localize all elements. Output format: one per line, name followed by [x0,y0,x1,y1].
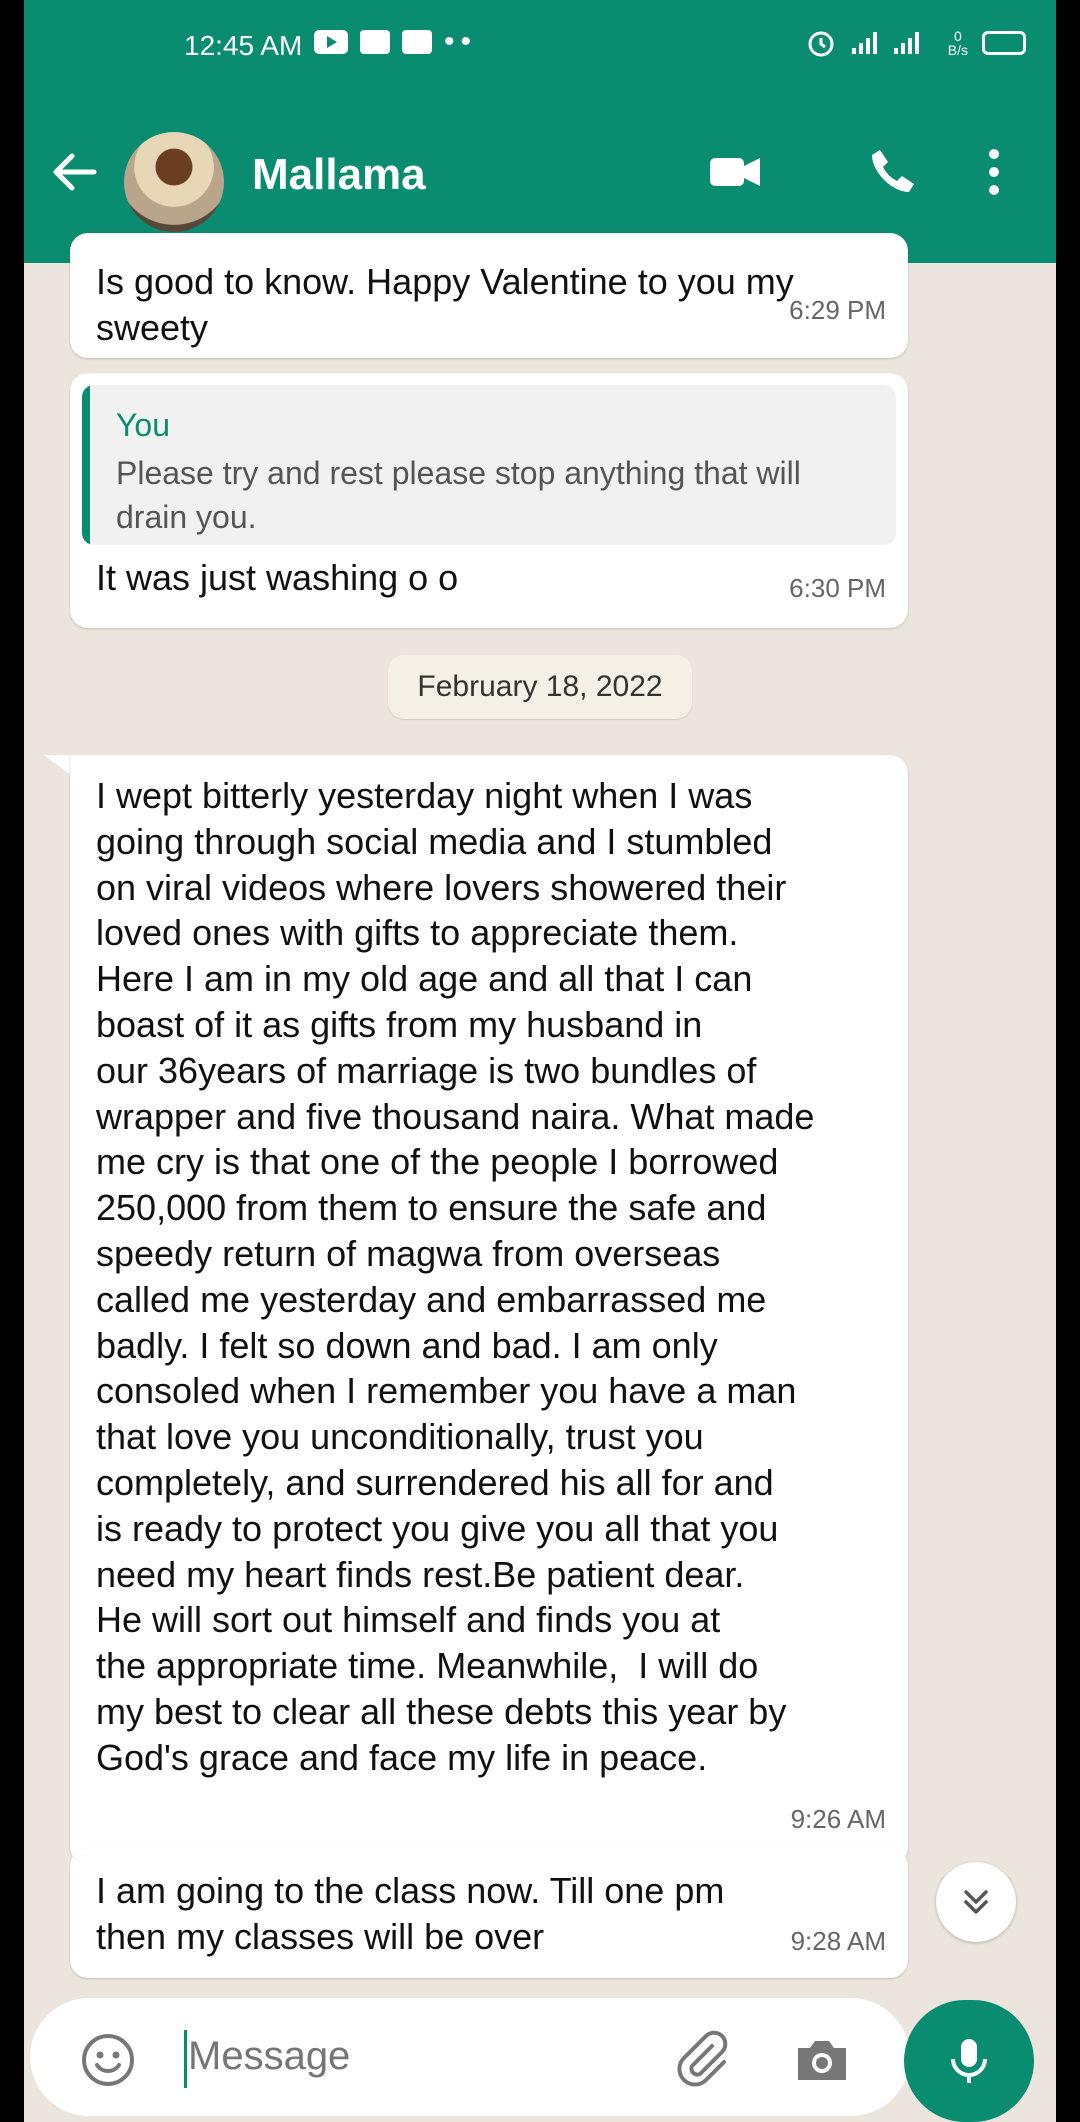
message-text: I am going to the class now. Till one pm… [96,1870,725,1957]
chevron-double-down-icon [964,1890,988,1914]
alarm-icon [808,31,834,57]
date-separator: February 18, 2022 [388,655,692,719]
message-notification-icon [360,30,390,54]
battery-icon [982,31,1026,55]
mic-icon [951,2039,987,2083]
app-notification-icon [402,30,432,54]
message-bubble[interactable]: I am going to the class now. Till one pm… [70,1848,908,1978]
quoted-message[interactable]: You Please try and rest please stop anyt… [82,385,896,545]
message-time: 9:28 AM [790,1926,886,1956]
reply-message-bubble[interactable]: You Please try and rest please stop anyt… [70,373,908,628]
back-arrow-icon[interactable] [44,142,104,202]
video-call-icon[interactable] [704,142,764,202]
mic-button[interactable] [904,2000,1034,2122]
message-text: I wept bitterly yesterday night when I w… [96,775,815,1778]
quote-text: Please try and rest please stop anything… [116,455,801,535]
emoji-icon[interactable] [78,2030,138,2090]
signal-icon [851,32,919,54]
message-time: 6:29 PM [789,295,886,325]
chat-screen: 12:45 AM •• 0 B/s Mallama Is good to kno… [24,0,1056,2122]
message-composer [30,1998,910,2116]
network-speed: 0 B/s [947,28,968,58]
more-notifications-icon: •• [444,25,478,58]
camera-icon[interactable] [790,2028,854,2092]
contact-name[interactable]: Mallama [252,150,426,200]
message-bubble[interactable]: I wept bitterly yesterday night when I w… [70,755,908,1865]
message-bubble[interactable]: Is good to know. Happy Valentine to you … [70,233,908,358]
youtube-icon [314,30,348,54]
notification-icons: •• [314,25,478,58]
text-cursor [184,2030,187,2088]
system-icons: 0 B/s [806,28,1026,58]
app-header: 12:45 AM •• 0 B/s Mallama [24,0,1056,263]
quote-bar [82,385,90,545]
status-time: 12:45 AM [184,30,303,61]
more-options-icon[interactable] [964,142,1024,202]
message-text: It was just washing o o [96,557,459,598]
message-time: 9:26 AM [790,1804,886,1834]
paperclip-icon[interactable] [670,2028,734,2092]
status-bar: 12:45 AM •• 0 B/s [24,0,1056,95]
scroll-to-bottom-button[interactable] [936,1862,1016,1942]
phone-icon[interactable] [862,142,922,202]
message-input[interactable] [188,2034,638,2079]
message-list: Is good to know. Happy Valentine to you … [24,233,1056,1978]
message-time: 6:30 PM [789,573,886,603]
message-text: Is good to know. Happy Valentine to you … [96,261,794,348]
quote-author: You [116,407,170,443]
chat-topbar: Mallama [24,120,1056,240]
avatar[interactable] [124,132,224,232]
